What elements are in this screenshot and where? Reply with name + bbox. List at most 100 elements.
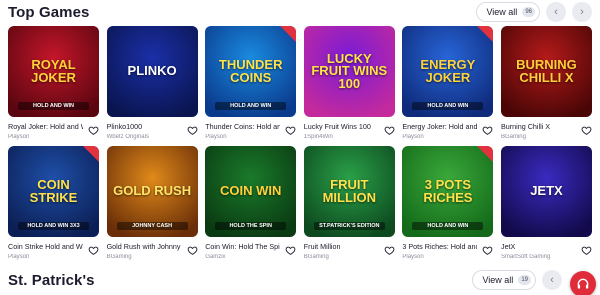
top-games-header: Top Games View all 96 ‹ › [8,0,592,24]
game-logo-text: JetX [530,183,563,199]
game-provider: Gamzix [205,254,226,260]
support-button[interactable] [570,271,596,295]
game-provider: Playson [205,134,227,140]
game-card[interactable]: Burning Chilli X Burning Chilli X BGaming [500,26,592,152]
view-all-button[interactable]: View all 19 [472,270,536,290]
heart-outline-icon[interactable] [285,243,296,255]
game-title[interactable]: Plinko1000 [107,122,182,131]
game-title[interactable]: Royal Joker: Hold and Win [8,122,83,131]
heart-outline-icon[interactable] [88,123,99,135]
new-ribbon [477,146,494,162]
game-thumbnail[interactable]: 3 Pots Riches Hold and Win [402,146,494,237]
chevron-left-icon: ‹ [554,6,558,18]
game-title[interactable]: Fruit Million [304,242,379,251]
game-thumbnail[interactable]: Thunder Coins Hold and Win [205,26,297,117]
game-provider: Playson [8,254,30,260]
game-thumbnail[interactable]: Coin Strike Hold and Win 3x3 [8,146,99,237]
game-logo-subtitle: Hold and Win [18,102,89,110]
game-logo-text: Coin Strike [29,177,78,205]
games-row-1: Royal Joker Hold and Win Royal Joker: Hold… [8,26,592,152]
count-badge: 19 [518,275,531,285]
game-provider: 1Spin4Win [303,134,333,140]
game-logo-text: 3 Pots Riches [423,177,473,205]
game-title[interactable]: Lucky Fruit Wins 100 [304,122,379,131]
game-card[interactable]: Energy Joker Hold and Win Energy Joker: Ho… [402,26,494,152]
game-title[interactable]: 3 Pots Riches: Hold and Win [402,242,477,251]
heart-outline-icon[interactable] [482,243,493,255]
game-logo-text: Coin Win [219,183,282,199]
support-headset-icon [577,278,589,289]
game-title[interactable]: Burning Chilli X [501,122,576,131]
view-all-label: View all [482,275,514,285]
game-thumbnail[interactable]: Burning Chilli X [500,26,592,117]
game-thumbnail[interactable]: Coin Win Hold The Spin [205,146,297,237]
game-title[interactable]: Coin Win: Hold The Spin [205,242,280,251]
header-controls: View all 19 ‹ [472,270,562,290]
game-provider: SmartSoft Gaming [500,254,551,260]
game-logo-subtitle: Hold The Spin [215,222,287,230]
game-provider: Playson [8,134,30,140]
game-logo-text: Fruit Million [322,177,376,205]
game-logo-subtitle: Hold and Win [412,102,484,110]
game-provider: BGaming [500,134,526,140]
heart-outline-icon[interactable] [187,123,198,135]
prev-button[interactable]: ‹ [546,2,566,22]
heart-outline-icon[interactable] [581,243,592,255]
game-card[interactable]: Gold Rush Johnny Cash Gold Rush with Johnn… [106,146,198,272]
chevron-left-icon: ‹ [550,274,554,286]
game-logo-subtitle: Hold and Win 3x3 [18,222,89,230]
game-thumbnail[interactable]: JetX [500,146,592,237]
section-title: St. Patrick's [8,271,95,289]
chevron-right-icon: › [580,6,584,18]
game-logo-subtitle: St.Patrick's Edition [313,222,385,230]
game-title[interactable]: Energy Joker: Hold and Win [402,122,477,131]
heart-outline-icon[interactable] [482,123,493,135]
game-provider: Playson [402,134,424,140]
heart-outline-icon[interactable] [285,123,296,135]
game-title[interactable]: JetX [501,242,576,251]
game-card[interactable]: PLINKO Plinko1000 Wbetz Originals [106,26,198,152]
game-thumbnail[interactable]: Lucky Fruit Wins 100 [303,26,395,117]
game-card[interactable]: 3 Pots Riches Hold and Win 3 Pots Riches: … [402,146,494,272]
heart-outline-icon[interactable] [88,243,99,255]
game-logo-text: Royal Joker [31,57,76,85]
new-ribbon [280,26,297,42]
heart-outline-icon[interactable] [187,243,198,255]
game-provider: Playson [402,254,424,260]
game-thumbnail[interactable]: Royal Joker Hold and Win [8,26,99,117]
view-all-label: View all [486,7,518,17]
game-thumbnail[interactable]: PLINKO [106,26,198,117]
heart-outline-icon[interactable] [581,123,592,135]
section-title: Top Games [8,3,90,21]
heart-outline-icon[interactable] [384,243,395,255]
game-logo-text: Gold Rush [113,183,192,199]
header-controls: View all 96 ‹ › [476,2,592,22]
game-card[interactable]: JetX JetX SmartSoft Gaming [500,146,592,272]
game-logo-text: Thunder Coins [218,57,283,85]
game-card[interactable]: Coin Strike Hold and Win 3x3 Coin Strike H… [8,146,99,272]
game-title[interactable]: Thunder Coins: Hold and Win [205,122,280,131]
game-thumbnail[interactable]: Gold Rush Johnny Cash [106,146,198,237]
game-card[interactable]: Coin Win Hold The Spin Coin Win: Hold The … [205,146,297,272]
new-ribbon [83,146,99,162]
game-card[interactable]: Lucky Fruit Wins 100 Lucky Fruit Wins 100… [303,26,395,152]
game-card[interactable]: Royal Joker Hold and Win Royal Joker: Hold… [8,26,99,152]
prev-button[interactable]: ‹ [542,270,562,290]
game-card[interactable]: Fruit Million St.Patrick's Edition Fruit M… [303,146,395,272]
game-logo-text: Energy Joker [420,57,476,85]
next-button[interactable]: › [572,2,592,22]
view-all-button[interactable]: View all 96 [476,2,540,22]
game-title[interactable]: Gold Rush with Johnny Cash [107,242,182,251]
games-row-2: Coin Strike Hold and Win 3x3 Coin Strike H… [8,146,592,272]
game-title[interactable]: Coin Strike Hold and Win [8,242,83,251]
game-thumbnail[interactable]: Fruit Million St.Patrick's Edition [303,146,395,237]
game-logo-text: Lucky Fruit Wins 100 [311,50,388,91]
game-provider: Wbetz Originals [106,134,149,140]
heart-outline-icon[interactable] [384,123,395,135]
game-card[interactable]: Thunder Coins Hold and Win Thunder Coins: … [205,26,297,152]
game-thumbnail[interactable]: Energy Joker Hold and Win [402,26,494,117]
game-provider: BGaming [106,254,132,260]
game-logo-text: PLINKO [127,63,177,79]
st-patricks-header: St. Patrick's View all 19 ‹ [8,268,592,292]
count-badge: 96 [522,7,535,17]
